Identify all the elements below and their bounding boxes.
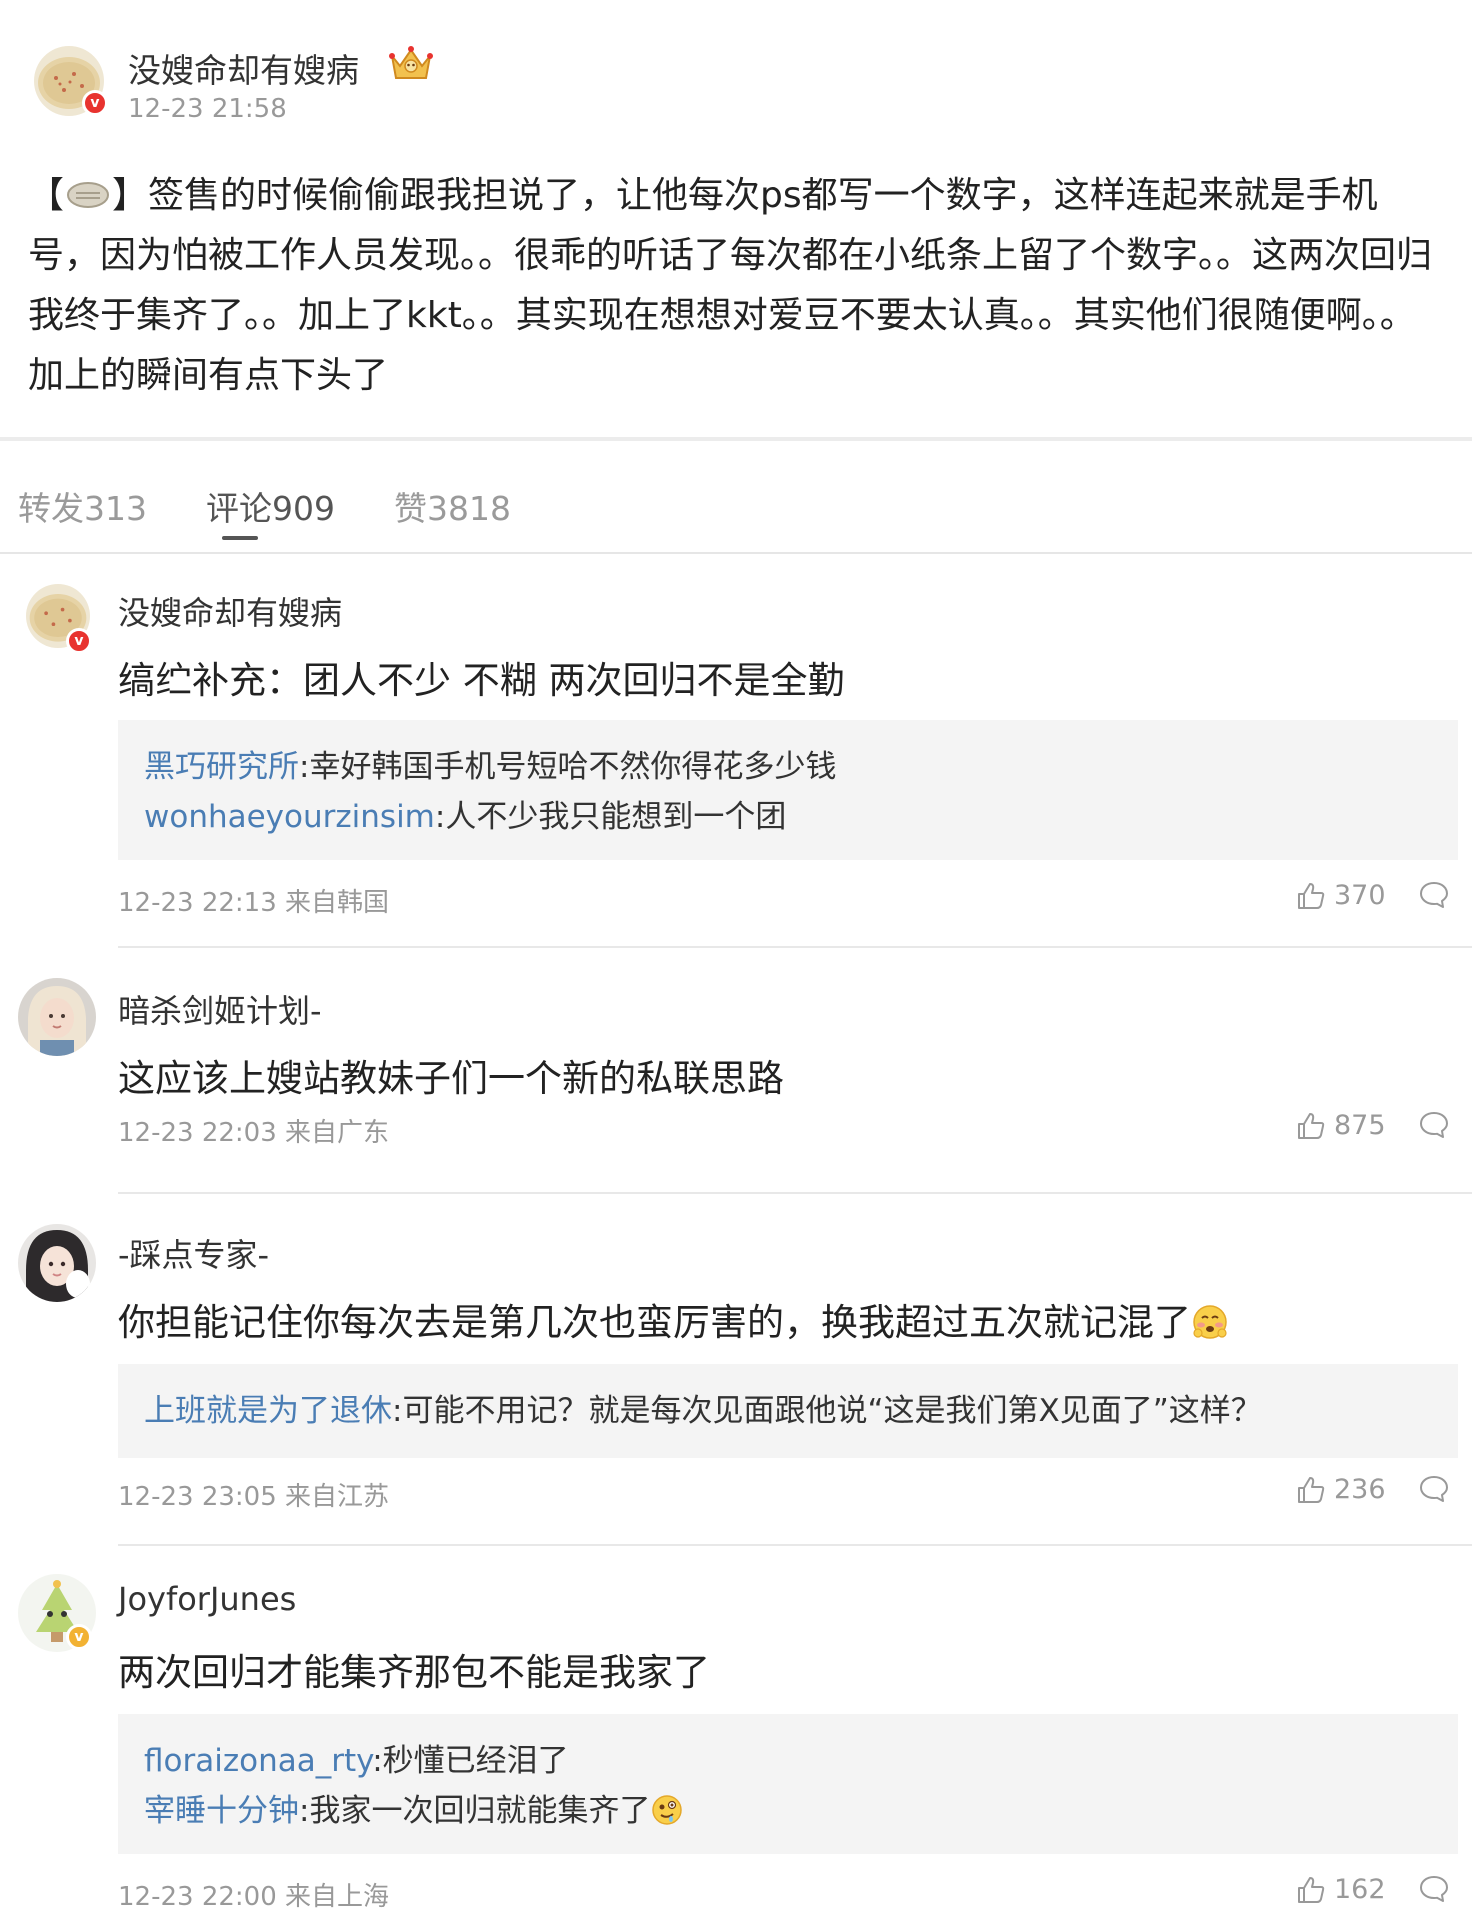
comment-text-body: 你担能记住你每次去是第几次也蛮厉害的，换我超过五次就记混了	[118, 1301, 1191, 1344]
post-divider	[0, 437, 1472, 441]
reply-item: 黑巧研究所:幸好韩国手机号短哈不然你得花多少钱	[144, 742, 1432, 792]
reply-text: :秒懂已经泪了	[372, 1743, 569, 1779]
post-timestamp: 12-23 21:58	[128, 94, 287, 124]
comment-reply-icon[interactable]	[1418, 880, 1450, 910]
tab-reposts[interactable]: 转发313	[18, 482, 147, 530]
embarrassed-face-emoji-icon	[1193, 1305, 1227, 1339]
reply-user-link[interactable]: floraizonaa_rty	[144, 1743, 372, 1779]
like-count: 162	[1334, 1874, 1386, 1905]
comment-text: 你担能记住你每次去是第几次也蛮厉害的，换我超过五次就记混了	[118, 1292, 1229, 1346]
comment-item: 暗杀剑姬计划- 这应该上嫂站教妹子们一个新的私联思路 12-23 22:03 来…	[0, 970, 1472, 1200]
active-tab-indicator	[222, 536, 258, 540]
verified-badge-icon: v	[66, 1624, 92, 1650]
comment-author[interactable]: 暗杀剑姬计划-	[118, 986, 322, 1032]
comment-reply-icon[interactable]	[1418, 1874, 1450, 1904]
comment-reply-icon[interactable]	[1418, 1474, 1450, 1504]
reply-box[interactable]: 上班就是为了退休:可能不用记？就是每次见面跟他说“这是我们第X见面了”这样？	[118, 1364, 1458, 1458]
reply-box[interactable]: 黑巧研究所:幸好韩国手机号短哈不然你得花多少钱 wonhaeyourzinsim…	[118, 720, 1458, 860]
comment-author[interactable]: -踩点专家-	[118, 1230, 269, 1276]
tabs-divider	[0, 552, 1472, 554]
commenter-avatar[interactable]	[18, 978, 96, 1056]
post-author-name[interactable]: 没嫂命却有嫂病	[128, 44, 359, 92]
tab-likes[interactable]: 赞3818	[394, 482, 511, 530]
reply-text: :可能不用记？就是每次见面跟他说“这是我们第X见面了”这样？	[392, 1393, 1262, 1429]
comment-meta: 12-23 23:05 来自江苏	[118, 1482, 390, 1512]
reply-item: floraizonaa_rty:秒懂已经泪了	[144, 1736, 1432, 1786]
post-body-open: 【	[28, 175, 65, 216]
like-button[interactable]: 236	[1296, 1474, 1386, 1505]
comment-meta: 12-23 22:00 来自上海	[118, 1882, 390, 1912]
thumbs-up-icon	[1298, 1876, 1325, 1903]
like-count: 370	[1334, 880, 1386, 911]
drooling-face-emoji-icon	[652, 1795, 683, 1825]
thumbs-up-icon	[1298, 1476, 1325, 1503]
reply-user-link[interactable]: wonhaeyourzinsim	[144, 799, 435, 835]
like-count: 875	[1334, 1110, 1386, 1141]
reply-text: :人不少我只能想到一个团	[434, 799, 787, 835]
thumbs-up-icon	[1298, 882, 1325, 909]
reply-item: 宰睡十分钟:我家一次回归就能集齐了	[144, 1786, 1432, 1836]
verified-badge-icon: v	[82, 90, 108, 116]
like-button[interactable]: 370	[1296, 880, 1386, 911]
post-tabs: 转发313 评论909 赞3818	[0, 472, 1472, 552]
comment-divider	[118, 1544, 1472, 1546]
reply-user-link[interactable]: 上班就是为了退休	[144, 1393, 392, 1429]
post-body: 【】签售的时候偷偷跟我担说了，让他每次ps都写一个数字，这样连起来就是手机号，因…	[28, 166, 1448, 406]
comment-meta: 12-23 22:13 来自韩国	[118, 888, 390, 918]
comment-divider	[118, 946, 1472, 948]
like-button[interactable]: 162	[1296, 1874, 1386, 1905]
reply-text: :幸好韩国手机号短哈不然你得花多少钱	[299, 749, 837, 785]
like-button[interactable]: 875	[1296, 1110, 1386, 1141]
tab-comments[interactable]: 评论909	[206, 482, 335, 530]
reply-item: wonhaeyourzinsim:人不少我只能想到一个团	[144, 792, 1432, 842]
post-body-text: 】签售的时候偷偷跟我担说了，让他每次ps都写一个数字，这样连起来就是手机号，因为…	[28, 175, 1433, 396]
comment-item: v JoyforJunes 两次回归才能集齐那包不能是我家了 floraizon…	[0, 1564, 1472, 1930]
reply-user-link[interactable]: 宰睡十分钟	[144, 1793, 299, 1829]
reply-box[interactable]: floraizonaa_rty:秒懂已经泪了 宰睡十分钟:我家一次回归就能集齐了	[118, 1714, 1458, 1854]
comment-reply-icon[interactable]	[1418, 1110, 1450, 1140]
weibo-post: v 没嫂命却有嫂病 12-23 21:58 【】签售的时候偷偷跟我担说了，让他每…	[0, 0, 1472, 441]
reply-item: 上班就是为了退休:可能不用记？就是每次见面跟他说“这是我们第X见面了”这样？	[144, 1386, 1432, 1436]
crown-badge-icon	[389, 46, 433, 79]
comment-author[interactable]: 没嫂命却有嫂病	[118, 588, 342, 634]
comment-author[interactable]: JoyforJunes	[118, 1580, 296, 1618]
comment-meta: 12-23 22:03 来自广东	[118, 1118, 390, 1148]
comment-item: -踩点专家- 你担能记住你每次去是第几次也蛮厉害的，换我超过五次就记混了 上班就…	[0, 1214, 1472, 1554]
thumbs-up-icon	[1298, 1112, 1325, 1139]
comment-divider	[118, 1192, 1472, 1194]
face-emoji-icon	[67, 182, 110, 208]
comment-text: 缟纻补充：团人不少 不糊 两次回归不是全勤	[118, 659, 845, 702]
verified-badge-icon: v	[66, 628, 92, 654]
reply-text: :我家一次回归就能集齐了	[299, 1793, 651, 1829]
comment-text: 两次回归才能集齐那包不能是我家了	[118, 1651, 710, 1694]
comment-text: 这应该上嫂站教妹子们一个新的私联思路	[118, 1057, 784, 1100]
reply-user-link[interactable]: 黑巧研究所	[144, 749, 299, 785]
comment-item: v 没嫂命却有嫂病 缟纻补充：团人不少 不糊 两次回归不是全勤 黑巧研究所:幸好…	[0, 570, 1472, 950]
commenter-avatar[interactable]	[18, 1224, 96, 1302]
like-count: 236	[1334, 1474, 1386, 1505]
